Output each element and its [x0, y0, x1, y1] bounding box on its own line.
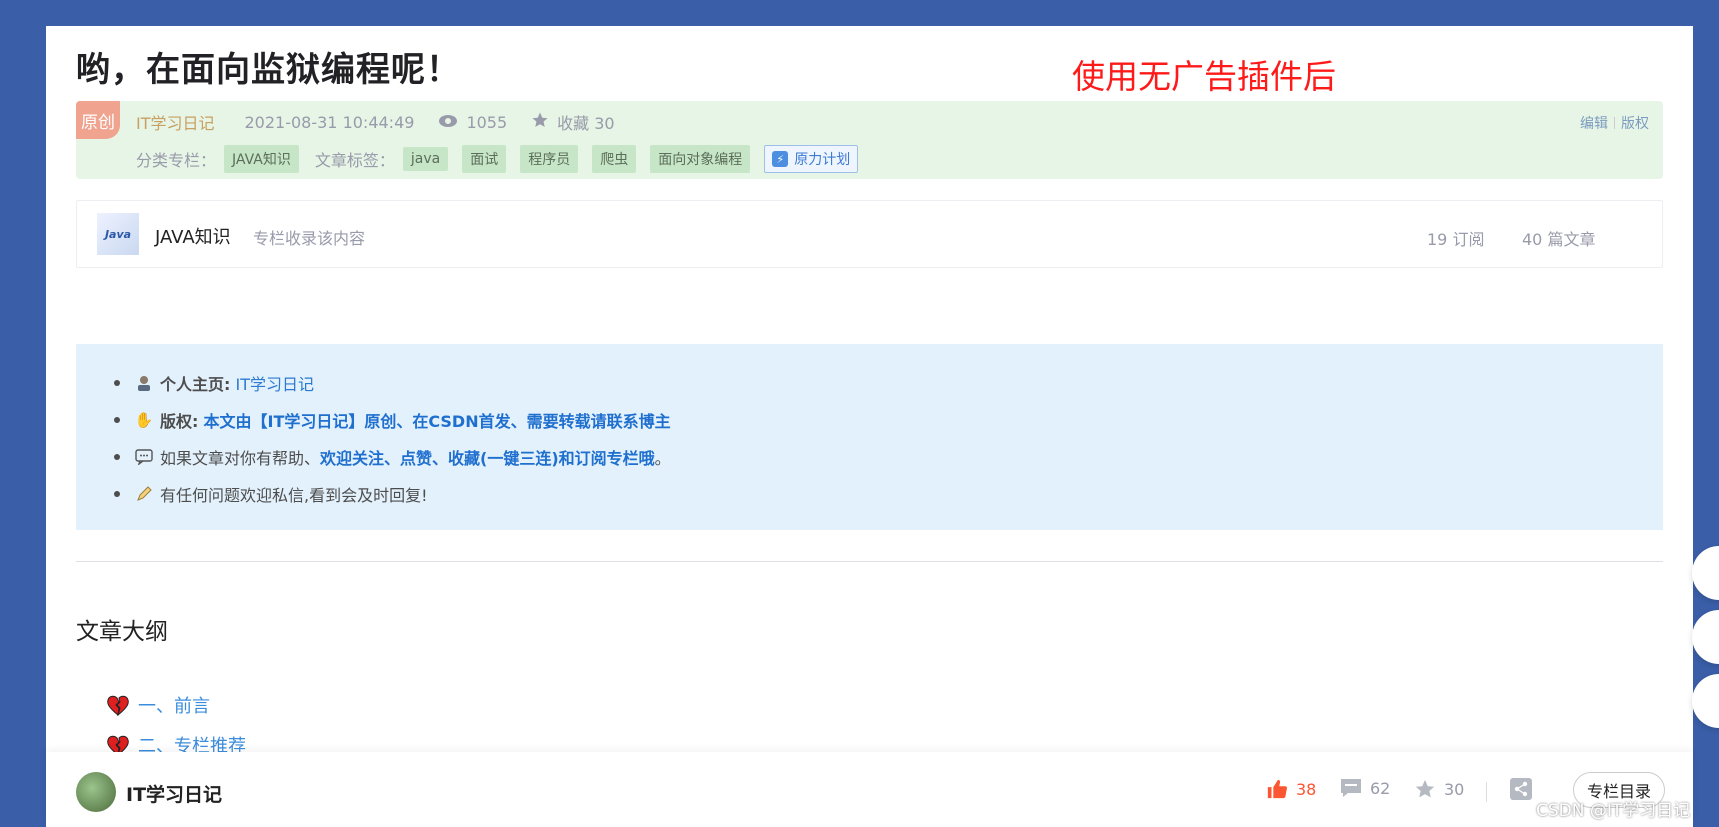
original-badge: 原创 — [76, 101, 120, 139]
eye-icon — [438, 113, 458, 132]
copyright-link[interactable]: 版权 — [1621, 113, 1649, 133]
column-article-count: 40 篇文章 — [1522, 230, 1596, 249]
tag-programmer[interactable]: 程序员 — [520, 145, 579, 173]
list-item: 如果文章对你有帮助、 欢迎关注、点赞、收藏(一键三连)和订阅专栏哦。 — [114, 438, 671, 475]
meta-info-line: IT学习日记 2021-08-31 10:44:49 1055 收藏 30 — [136, 111, 615, 133]
lightning-icon: ⚡ — [772, 151, 789, 167]
column-subscriptions: 19 订阅 — [1427, 230, 1485, 249]
speech-bubble-icon — [134, 447, 154, 467]
help-text: 如果文章对你有帮助、 — [160, 448, 321, 468]
list-item: ✋ 版权: 本文由【IT学习日记】原创、在CSDN首发、需要转载请联系博主 — [114, 401, 671, 438]
author-link[interactable]: IT学习日记 — [136, 110, 215, 134]
meta-tags-line: 分类专栏： JAVA知识 文章标签： java 面试 程序员 爬虫 面向对象编程… — [136, 145, 859, 173]
list-item: 有任何问题欢迎私信,看到会及时回复! — [114, 475, 671, 512]
favorite-count[interactable]: 收藏 30 — [557, 110, 614, 134]
meta-actions: 编辑 版权 — [1580, 113, 1649, 133]
hand-icon: ✋ — [134, 410, 154, 429]
column-card[interactable]: Java JAVA知识 专栏收录该内容 19 订阅 40 篇文章 — [76, 200, 1663, 268]
homepage-label: 个人主页: — [160, 374, 231, 394]
contact-text: 有任何问题欢迎私信,看到会及时回复! — [160, 485, 428, 505]
watermark: CSDN @IT学习日记 — [1536, 801, 1691, 821]
like-button[interactable]: 38 — [1266, 778, 1316, 800]
thumbs-up-icon — [1267, 779, 1287, 799]
annotation-text: 使用无广告插件后 — [1072, 57, 1336, 96]
tag-interview[interactable]: 面试 — [462, 145, 507, 173]
plan-tag[interactable]: ⚡ 原力计划 — [764, 145, 859, 173]
tag-oop[interactable]: 面向对象编程 — [650, 145, 751, 173]
toolbar-divider — [1486, 782, 1487, 802]
author-info-box: 个人主页: IT学习日记 ✋ 版权: 本文由【IT学习日记】原创、在CSDN首发… — [76, 344, 1663, 530]
avatar[interactable] — [76, 772, 116, 812]
outline-title: 文章大纲 — [76, 619, 168, 645]
category-tag[interactable]: JAVA知识 — [224, 145, 299, 173]
list-item: 个人主页: IT学习日记 — [114, 364, 671, 401]
pencil-icon — [134, 484, 154, 504]
tag-java[interactable]: java — [402, 147, 449, 171]
copyright-statement: 本文由【IT学习日记】原创、在CSDN首发、需要转载请联系博主 — [203, 411, 671, 431]
comment-icon — [1341, 779, 1361, 797]
outline-item-label: 一、前言 — [138, 696, 210, 717]
tags-label: 文章标签： — [314, 151, 395, 170]
info-list: 个人主页: IT学习日记 ✋ 版权: 本文由【IT学习日记】原创、在CSDN首发… — [114, 364, 671, 512]
like-count: 38 — [1296, 779, 1317, 799]
tag-crawler[interactable]: 爬虫 — [592, 145, 637, 173]
publish-date: 2021-08-31 10:44:49 — [244, 112, 415, 132]
view-count: 1055 — [466, 112, 508, 132]
share-icon — [1510, 778, 1532, 800]
comment-button[interactable]: 62 — [1340, 778, 1390, 798]
comment-count: 62 — [1370, 778, 1391, 798]
star-plus-icon — [1415, 779, 1435, 798]
star-icon — [531, 111, 549, 133]
column-thumbnail: Java — [97, 213, 139, 255]
column-description: 专栏收录该内容 — [253, 229, 366, 248]
favorite-total: 30 — [1444, 779, 1465, 799]
category-label: 分类专栏： — [136, 151, 217, 170]
help-end: 。 — [654, 448, 671, 468]
actions-divider — [1614, 117, 1615, 129]
article-card: 哟，在面向监狱编程呢！ 使用无广告插件后 原创 IT学习日记 2021-08-3… — [46, 26, 1693, 827]
bottom-toolbar: IT学习日记 38 62 30 专栏目录 — [46, 752, 1693, 827]
favorite-button[interactable]: 30 — [1414, 778, 1464, 800]
follow-link[interactable]: 欢迎关注、点赞、收藏(一键三连)和订阅专栏哦 — [320, 445, 655, 469]
column-name[interactable]: JAVA知识 — [155, 223, 231, 249]
share-button[interactable] — [1510, 778, 1532, 804]
plan-label: 原力计划 — [794, 152, 851, 168]
edit-link[interactable]: 编辑 — [1580, 113, 1608, 133]
copyright-label: 版权: — [160, 411, 199, 431]
side-float-button[interactable] — [1692, 674, 1719, 728]
section-divider — [76, 561, 1663, 562]
homepage-link[interactable]: IT学习日记 — [236, 371, 315, 395]
person-icon — [134, 373, 154, 393]
broken-heart-icon — [107, 695, 129, 716]
side-float-button[interactable] — [1692, 610, 1719, 664]
outline-item[interactable]: 一、前言 — [106, 691, 210, 719]
article-title: 哟，在面向监狱编程呢！ — [76, 50, 461, 90]
article-meta-box: 原创 IT学习日记 2021-08-31 10:44:49 1055 收藏 30… — [76, 101, 1663, 179]
toolbar-author-name[interactable]: IT学习日记 — [126, 780, 222, 807]
side-float-button[interactable] — [1692, 546, 1719, 600]
